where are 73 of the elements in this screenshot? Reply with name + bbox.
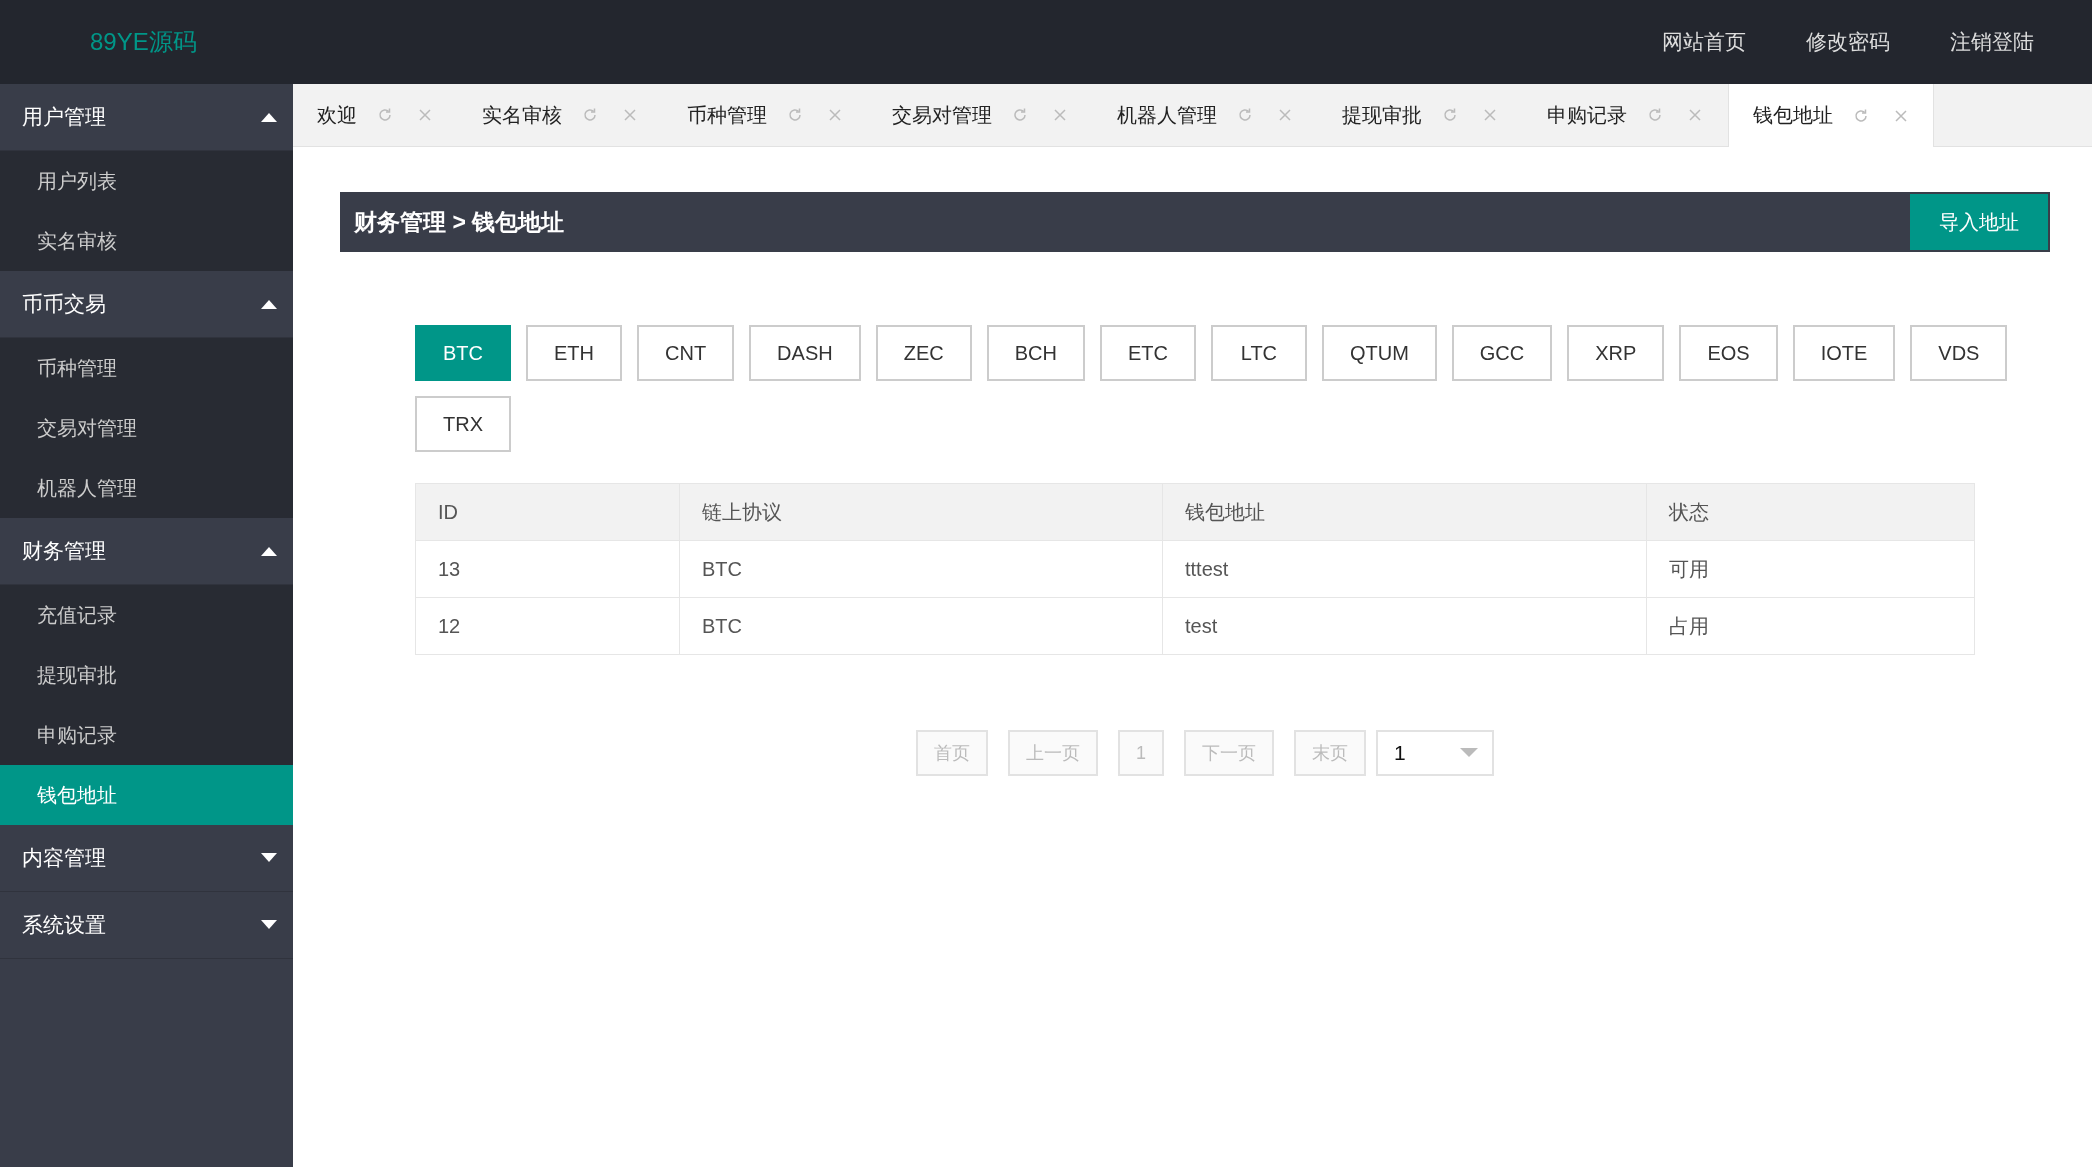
nav-link[interactable]: 注销登陆 xyxy=(1920,28,2064,56)
coin-button[interactable]: BTC xyxy=(415,325,511,381)
refresh-icon[interactable] xyxy=(377,107,393,123)
refresh-icon[interactable] xyxy=(1647,107,1663,123)
close-icon[interactable] xyxy=(1687,107,1703,123)
coin-button[interactable]: ETC xyxy=(1099,325,1196,381)
tab[interactable]: 交易对管理 xyxy=(868,84,1093,146)
refresh-icon[interactable] xyxy=(582,107,598,123)
caret-down-icon xyxy=(261,920,277,930)
caret-up-icon xyxy=(261,546,277,556)
menu-item[interactable]: 币种管理 xyxy=(0,338,293,398)
coin-button[interactable]: BCH xyxy=(986,325,1085,381)
column-header: 状态 xyxy=(1646,483,1975,541)
breadcrumb: 财务管理 > 钱包地址 xyxy=(354,207,565,237)
caret-up-icon xyxy=(261,112,277,122)
tab[interactable]: 实名审核 xyxy=(458,84,663,146)
menu-item[interactable]: 实名审核 xyxy=(0,211,293,271)
table-cell: BTC xyxy=(679,597,1163,655)
close-icon[interactable] xyxy=(622,107,638,123)
nav-link[interactable]: 网站首页 xyxy=(1632,28,1776,56)
refresh-icon[interactable] xyxy=(1237,107,1253,123)
refresh-icon[interactable] xyxy=(1012,107,1028,123)
tab[interactable]: 提现审批 xyxy=(1318,84,1523,146)
table-cell: tttest xyxy=(1162,540,1647,598)
tab[interactable]: 欢迎 xyxy=(293,84,458,146)
table-cell: BTC xyxy=(679,540,1163,598)
coin-button[interactable]: GCC xyxy=(1451,325,1553,381)
column-header: 链上协议 xyxy=(679,483,1163,541)
menu-item[interactable]: 机器人管理 xyxy=(0,458,293,518)
column-header: ID xyxy=(415,483,680,541)
coin-button[interactable]: VDS xyxy=(1910,325,2008,381)
coin-button[interactable]: DASH xyxy=(749,325,861,381)
menu-item[interactable]: 钱包地址 xyxy=(0,765,293,825)
table-cell: 占用 xyxy=(1646,597,1975,655)
refresh-icon[interactable] xyxy=(1442,107,1458,123)
page-select[interactable]: 1 xyxy=(1376,730,1494,776)
import-button[interactable]: 导入地址 xyxy=(1910,194,2048,250)
tab[interactable]: 机器人管理 xyxy=(1093,84,1318,146)
menu-item[interactable]: 用户列表 xyxy=(0,151,293,211)
coin-button[interactable]: ETH xyxy=(526,325,622,381)
menu-item[interactable]: 申购记录 xyxy=(0,705,293,765)
caret-up-icon xyxy=(261,299,277,309)
close-icon[interactable] xyxy=(827,107,843,123)
refresh-icon[interactable] xyxy=(787,107,803,123)
coin-button[interactable]: ZEC xyxy=(875,325,972,381)
refresh-icon[interactable] xyxy=(1853,107,1869,124)
table-cell: test xyxy=(1162,597,1647,655)
coin-button[interactable]: LTC xyxy=(1210,325,1307,381)
close-icon[interactable] xyxy=(1052,107,1068,123)
coin-button[interactable]: XRP xyxy=(1567,325,1665,381)
menu-item[interactable]: 交易对管理 xyxy=(0,398,293,458)
table-cell: 13 xyxy=(415,540,680,598)
logo-text[interactable]: 89YE源码 xyxy=(90,26,197,58)
coin-button[interactable]: TRX xyxy=(415,396,511,452)
nav-link[interactable]: 修改密码 xyxy=(1776,28,1920,56)
close-icon[interactable] xyxy=(1893,107,1909,124)
tab[interactable]: 币种管理 xyxy=(663,84,868,146)
coin-button[interactable]: QTUM xyxy=(1321,325,1437,381)
coin-button[interactable]: IOTE xyxy=(1792,325,1896,381)
coin-button[interactable]: CNT xyxy=(637,325,735,381)
tab[interactable]: 申购记录 xyxy=(1523,84,1728,146)
close-icon[interactable] xyxy=(1277,107,1293,123)
column-header: 钱包地址 xyxy=(1162,483,1647,541)
table-cell: 12 xyxy=(415,597,680,655)
coin-button[interactable]: EOS xyxy=(1679,325,1778,381)
close-icon[interactable] xyxy=(417,107,433,123)
menu-item[interactable]: 提现审批 xyxy=(0,645,293,705)
menu-item[interactable]: 充值记录 xyxy=(0,585,293,645)
close-icon[interactable] xyxy=(1482,107,1498,123)
caret-down-icon xyxy=(1460,748,1478,758)
caret-down-icon xyxy=(261,853,277,863)
tab[interactable]: 钱包地址 xyxy=(1728,84,1934,147)
table-cell: 可用 xyxy=(1646,540,1975,598)
